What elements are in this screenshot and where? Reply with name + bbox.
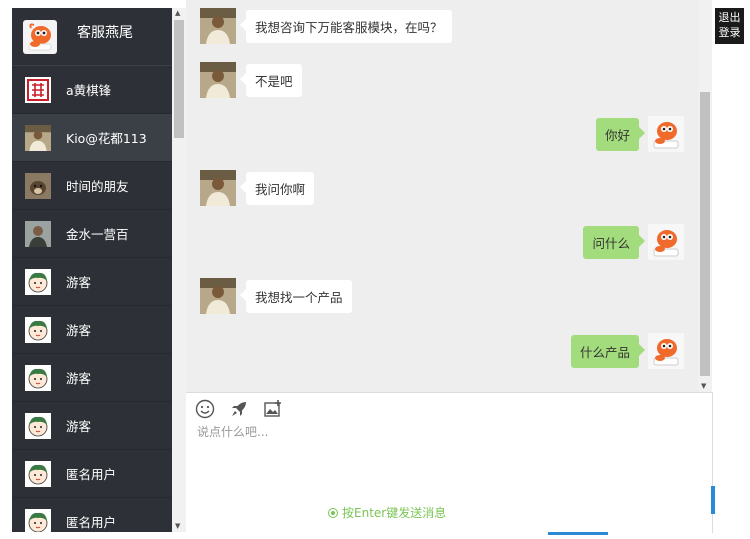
cartoon-kid-avatar xyxy=(25,508,51,532)
contact-item[interactable]: 游客 xyxy=(12,306,172,354)
orange-mascot-avatar xyxy=(648,116,684,152)
contact-sidebar: 客服燕尾 a黄棋锋 Kio@花都113 时间的朋友 金水一营百 游客 游客 游客 游客 匿名用户… xyxy=(12,8,172,532)
contact-name: a黄棋锋 xyxy=(66,83,112,98)
message-bubble: 我想找一个产品 xyxy=(240,279,352,313)
orange-mascot-avatar xyxy=(648,224,684,260)
red-seal-avatar xyxy=(25,76,51,103)
contact-item[interactable]: 匿名用户 xyxy=(12,498,172,532)
person-photo-avatar xyxy=(25,220,51,247)
scroll-up-icon[interactable]: ▲ xyxy=(175,9,180,17)
contact-name: 匿名用户 xyxy=(66,467,117,482)
scroll-down-icon[interactable]: ▼ xyxy=(701,382,706,390)
composer-toolbar xyxy=(195,399,283,419)
contact-list: a黄棋锋 Kio@花都113 时间的朋友 金水一营百 游客 游客 游客 游客 匿名用户 匿名用户 xyxy=(12,66,172,532)
chat-message-area: 我想咨询下万能客服模块，在吗？ 不是吧你好我问你啊问什么我想找一个产品什么产品 xyxy=(186,0,698,392)
message-bubble: 问什么 xyxy=(583,225,645,259)
contact-item[interactable]: 游客 xyxy=(12,354,172,402)
logout-label-line2: 登录 xyxy=(718,26,741,39)
contact-name: 匿名用户 xyxy=(66,515,117,530)
contact-item[interactable]: 金水一营百 xyxy=(12,210,172,258)
send-hint-text: 按Enter键发送消息 xyxy=(342,506,447,520)
contact-item[interactable]: a黄棋锋 xyxy=(12,66,172,114)
cartoon-kid-avatar xyxy=(25,316,51,343)
man-photo-avatar xyxy=(25,124,51,151)
orange-mascot-avatar xyxy=(648,333,684,369)
contact-list-scrollbar[interactable]: ▲ ▼ xyxy=(172,8,186,532)
contact-item[interactable]: 游客 xyxy=(12,258,172,306)
cartoon-kid-avatar xyxy=(25,268,51,295)
man-photo-avatar xyxy=(200,62,236,98)
message-bubble: 不是吧 xyxy=(240,63,302,97)
incoming-message: 我想找一个产品 xyxy=(200,278,352,314)
logout-label-line1: 退出 xyxy=(718,11,741,24)
chat-scrollbar[interactable]: ▼ xyxy=(698,0,712,392)
contact-name: 游客 xyxy=(66,419,92,434)
incoming-message: 我问你啊 xyxy=(200,170,315,206)
orange-mascot-avatar xyxy=(23,19,57,54)
man-photo-avatar xyxy=(200,170,236,206)
logout-button[interactable]: 退出 登录 xyxy=(715,8,744,44)
message-bubble: 我问你啊 xyxy=(239,171,315,205)
current-user-name: 客服燕尾 xyxy=(77,24,133,41)
contact-name: 游客 xyxy=(66,323,92,338)
man-photo-avatar xyxy=(200,278,236,314)
scroll-down-icon[interactable]: ▼ xyxy=(175,522,180,530)
scrollbar-thumb[interactable] xyxy=(700,92,710,376)
contact-name: 金水一营百 xyxy=(66,227,129,242)
message-composer: 按Enter键发送消息 xyxy=(186,392,713,533)
contact-item[interactable]: 时间的朋友 xyxy=(12,162,172,210)
message-bubble: 什么产品 xyxy=(570,334,646,368)
contact-name: 游客 xyxy=(66,371,92,386)
outgoing-message: 什么产品 xyxy=(570,333,684,369)
outgoing-message: 你好 xyxy=(595,116,684,152)
message-input[interactable] xyxy=(195,421,699,495)
message-bubble: 我想咨询下万能客服模块，在吗？ xyxy=(240,9,452,43)
background-fragment xyxy=(548,532,608,535)
dog-photo-avatar xyxy=(25,172,51,199)
contact-item[interactable]: 游客 xyxy=(12,402,172,450)
outgoing-message: 问什么 xyxy=(583,224,684,260)
scrollbar-thumb[interactable] xyxy=(174,20,184,138)
cartoon-kid-avatar xyxy=(25,364,51,391)
cartoon-kid-avatar xyxy=(25,460,51,487)
current-user-header: 客服燕尾 xyxy=(12,8,172,66)
background-fragment xyxy=(711,486,715,514)
cartoon-kid-avatar xyxy=(25,412,51,439)
enter-key-icon xyxy=(328,507,338,518)
smiley-icon[interactable] xyxy=(195,399,215,419)
message-bubble: 你好 xyxy=(595,117,646,151)
contact-name: Kio@花都113 xyxy=(66,131,147,146)
rocket-icon[interactable] xyxy=(229,399,249,419)
man-photo-avatar xyxy=(200,8,236,44)
send-hint: 按Enter键发送消息 xyxy=(328,504,446,521)
incoming-message: 我想咨询下万能客服模块，在吗？ xyxy=(200,8,452,44)
image-add-icon[interactable] xyxy=(263,399,283,419)
contact-item[interactable]: 匿名用户 xyxy=(12,450,172,498)
contact-name: 时间的朋友 xyxy=(66,179,129,194)
contact-name: 游客 xyxy=(66,275,92,290)
contact-item[interactable]: Kio@花都113 xyxy=(12,114,172,162)
incoming-message: 不是吧 xyxy=(200,62,302,98)
